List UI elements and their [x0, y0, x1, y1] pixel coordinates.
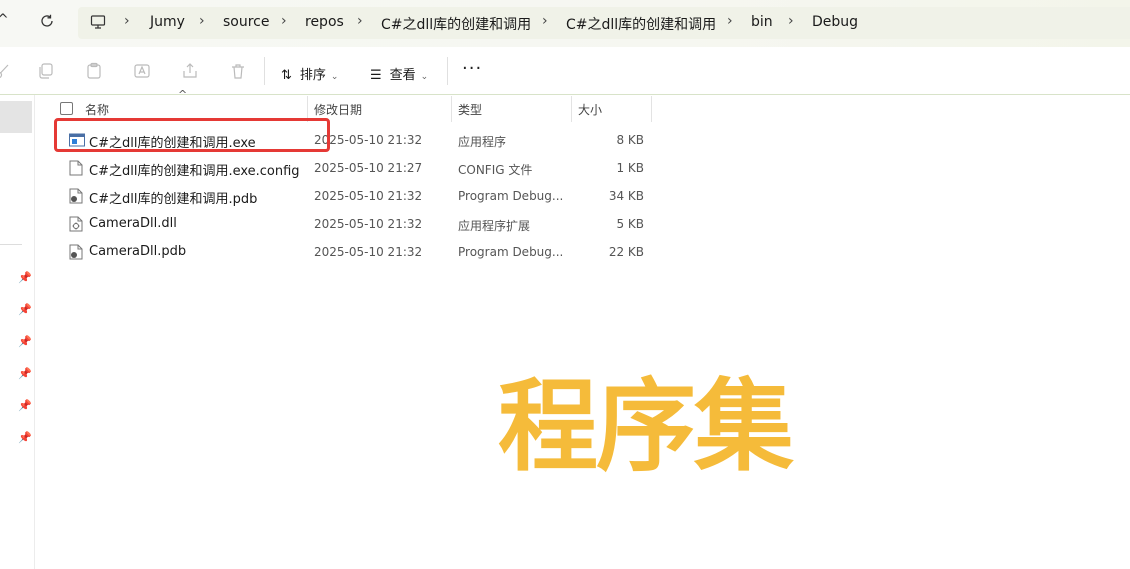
file-modified: 2025-05-10 21:27 [314, 161, 423, 175]
toolbar-divider [447, 57, 448, 85]
file-row[interactable]: CameraDll.dll 2025-05-10 21:32 应用程序扩展 5 … [54, 210, 654, 238]
file-row[interactable]: CameraDll.pdb 2025-05-10 21:32 Program D… [54, 238, 654, 266]
breadcrumb-item[interactable]: source [223, 14, 270, 30]
pin-icon[interactable]: 📌 [18, 431, 32, 444]
rename-icon[interactable] [133, 62, 151, 80]
column-header-modified[interactable]: 修改日期 [314, 101, 362, 118]
nav-selected-item[interactable] [0, 101, 32, 133]
more-options-button[interactable]: ··· [462, 58, 482, 79]
file-size: 8 KB [616, 133, 644, 147]
breadcrumb-item[interactable]: C#之dll库的创建和调用 [381, 14, 531, 34]
pin-icon[interactable]: 📌 [18, 399, 32, 412]
breadcrumb-chevron-icon: › [357, 13, 363, 29]
toolbar-divider [264, 57, 265, 85]
file-size: 22 KB [608, 245, 644, 259]
file-modified: 2025-05-10 21:32 [314, 133, 423, 147]
column-header-name[interactable]: 名称 [85, 101, 109, 118]
annotation-label: 程序集 [498, 368, 794, 485]
file-name[interactable]: CameraDll.dll [89, 216, 177, 231]
up-arrow-icon[interactable]: ^ [0, 12, 9, 28]
file-name[interactable]: C#之dll库的创建和调用.pdb [89, 188, 257, 207]
share-icon[interactable] [181, 62, 199, 80]
file-modified: 2025-05-10 21:32 [314, 217, 423, 231]
column-separator[interactable] [651, 96, 652, 122]
highlight-box [54, 118, 330, 152]
pdb-icon [69, 188, 83, 204]
breadcrumb-item[interactable]: C#之dll库的创建和调用 [566, 14, 716, 34]
copy-icon[interactable] [37, 62, 55, 80]
this-pc-icon[interactable] [90, 14, 106, 30]
file-icon [69, 160, 83, 176]
breadcrumb-item[interactable]: bin [751, 14, 773, 30]
file-type: 应用程序 [458, 135, 507, 149]
pin-icon[interactable]: 📌 [18, 271, 32, 284]
refresh-icon[interactable] [39, 13, 55, 33]
breadcrumb-chevron-icon: › [281, 13, 287, 29]
dll-icon [69, 216, 83, 232]
breadcrumb-item[interactable]: Debug [812, 14, 858, 30]
column-header-size[interactable]: 大小 [578, 101, 602, 118]
file-size: 34 KB [608, 189, 644, 203]
command-bar: ⇅ 排序 ⌄ ☰ 查看 ⌄ ··· [0, 47, 1130, 95]
breadcrumb-chevron-icon: › [788, 13, 794, 29]
view-label: 查看 [389, 68, 416, 83]
view-list-icon: ☰ [370, 68, 382, 83]
file-name[interactable]: C#之dll库的创建和调用.exe.config [89, 160, 300, 179]
file-size: 5 KB [616, 217, 644, 231]
address-bar-area: ^ › Jumy › source › repos › C#之dll库的创建和调… [0, 0, 1130, 47]
pin-icon[interactable]: 📌 [18, 303, 32, 316]
breadcrumb-chevron-icon: › [727, 13, 733, 29]
paste-icon[interactable] [85, 62, 103, 80]
file-row[interactable]: C#之dll库的创建和调用.pdb 2025-05-10 21:32 Progr… [54, 182, 654, 210]
column-header-type[interactable]: 类型 [458, 101, 482, 118]
view-button[interactable]: ☰ 查看 ⌄ [370, 64, 428, 83]
column-separator[interactable] [571, 96, 572, 122]
select-all-checkbox[interactable] [60, 102, 73, 115]
file-type: 应用程序扩展 [458, 219, 531, 233]
file-row[interactable]: C#之dll库的创建和调用.exe.config 2025-05-10 21:2… [54, 154, 654, 182]
cut-icon[interactable] [0, 62, 12, 80]
breadcrumb-chevron-icon: › [124, 13, 130, 29]
delete-icon[interactable] [229, 62, 247, 80]
pdb-icon [69, 244, 83, 260]
breadcrumb-item[interactable]: repos [305, 14, 344, 30]
chevron-down-icon: ⌄ [420, 72, 429, 82]
navigation-pane: 📌 📌 📌 📌 📌 📌 [0, 95, 35, 569]
file-name[interactable]: CameraDll.pdb [89, 244, 186, 259]
sort-ascending-icon: ^ [178, 88, 188, 101]
nav-divider [0, 244, 22, 245]
pin-icon[interactable]: 📌 [18, 367, 32, 380]
pin-icon[interactable]: 📌 [18, 335, 32, 348]
file-modified: 2025-05-10 21:32 [314, 189, 423, 203]
sort-icon: ⇅ [281, 68, 292, 83]
file-type: Program Debug... [458, 189, 564, 203]
sort-button[interactable]: ⇅ 排序 ⌄ [281, 64, 338, 83]
file-type: CONFIG 文件 [458, 163, 533, 177]
breadcrumb-item[interactable]: Jumy [150, 14, 185, 30]
chevron-down-icon: ⌄ [330, 72, 339, 82]
breadcrumb-chevron-icon: › [542, 13, 548, 29]
column-separator[interactable] [451, 96, 452, 122]
sort-label: 排序 [299, 68, 326, 83]
file-size: 1 KB [616, 161, 644, 175]
breadcrumb-chevron-icon: › [199, 13, 205, 29]
file-type: Program Debug... [458, 245, 564, 259]
file-modified: 2025-05-10 21:32 [314, 245, 423, 259]
